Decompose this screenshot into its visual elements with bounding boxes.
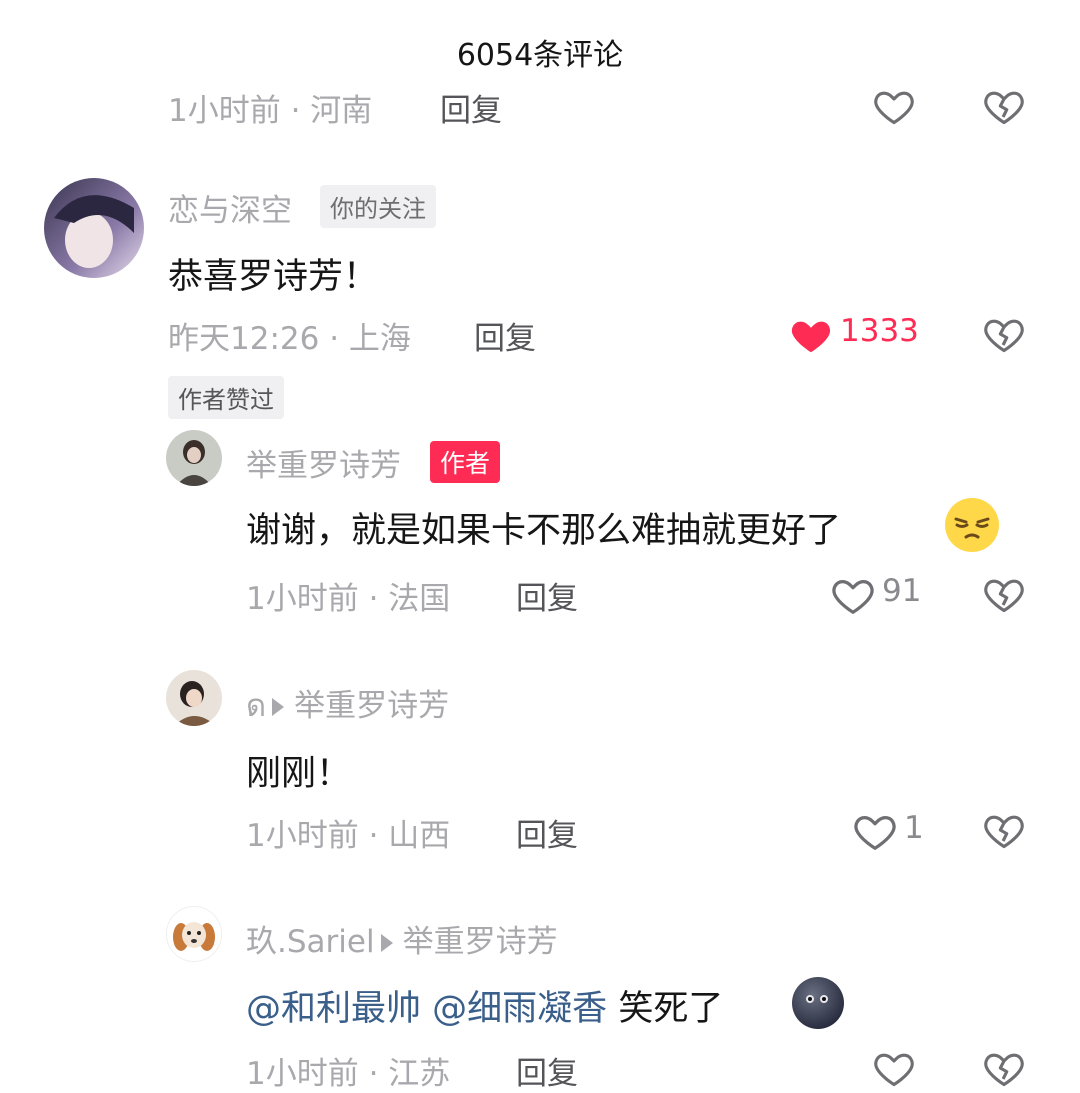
like-count: 1 (904, 810, 924, 846)
comments-count-title: 6054条评论 (456, 38, 624, 73)
smirk-emoji-icon (944, 497, 1000, 553)
reply-button[interactable]: 回复 (516, 1048, 578, 1093)
like-count: 91 (882, 573, 922, 609)
like-icon[interactable] (852, 808, 898, 854)
avatar[interactable] (166, 430, 222, 486)
dislike-icon[interactable] (982, 1046, 1026, 1090)
comment-text: 谢谢，就是如果卡不那么难抽就更好了 (246, 511, 842, 551)
reply-header: 玖.Sariel 举重罗诗芳 (246, 916, 558, 961)
like-icon-filled[interactable] (788, 312, 834, 358)
reply-header: ด 举重罗诗芳 (246, 680, 449, 730)
reply-arrow-icon (272, 697, 285, 716)
comment-text: 笑死了 (618, 989, 724, 1029)
comment-time-location: 1小时前 · 法国 (246, 581, 451, 617)
avatar[interactable] (166, 906, 222, 962)
comment-time-location: 1小时前 · 江苏 (246, 1056, 451, 1092)
reply-button[interactable]: 回复 (440, 85, 502, 130)
author-badge: 作者 (430, 441, 501, 483)
dislike-icon[interactable] (982, 84, 1026, 128)
reply-button[interactable]: 回复 (516, 573, 578, 618)
following-badge: 你的关注 (320, 185, 436, 228)
dislike-icon[interactable] (982, 808, 1026, 852)
reply-arrow-icon (380, 933, 393, 952)
reply-button[interactable]: 回复 (516, 810, 578, 855)
comment-time-location: 昨天12:26 · 上海 (168, 321, 411, 357)
comment-username[interactable]: 举重罗诗芳 (246, 440, 401, 485)
avatar[interactable] (166, 670, 222, 726)
comment-text-line: @和利最帅 @细雨凝香 笑死了 (246, 980, 723, 1031)
like-icon[interactable] (872, 84, 916, 128)
comment-time-location: 1小时前 · 山西 (246, 818, 451, 854)
comment-username[interactable]: 恋与深空 (168, 185, 292, 230)
dislike-icon[interactable] (982, 312, 1026, 356)
new-moon-emoji-icon (790, 975, 846, 1031)
reply-to-username[interactable]: 举重罗诗芳 (403, 924, 558, 960)
avatar[interactable] (44, 178, 144, 278)
mention-link[interactable]: @和利最帅 (246, 989, 421, 1029)
reply-to-username[interactable]: 举重罗诗芳 (294, 688, 449, 724)
comment-text: 刚刚！ (246, 754, 352, 794)
reply-button[interactable]: 回复 (474, 313, 536, 358)
comment-username[interactable]: 玖.Sariel (246, 924, 375, 960)
comment-username[interactable]: ด (246, 688, 266, 724)
mention-link[interactable]: @细雨凝香 (432, 989, 607, 1029)
author-liked-badge: 作者赞过 (168, 376, 284, 419)
comment-time-location: 1小时前 · 河南 (168, 93, 373, 129)
comment-text: 恭喜罗诗芳！ (168, 257, 379, 297)
like-icon[interactable] (830, 572, 876, 618)
like-count: 1333 (840, 313, 919, 349)
like-icon[interactable] (872, 1046, 916, 1090)
dislike-icon[interactable] (982, 572, 1026, 616)
